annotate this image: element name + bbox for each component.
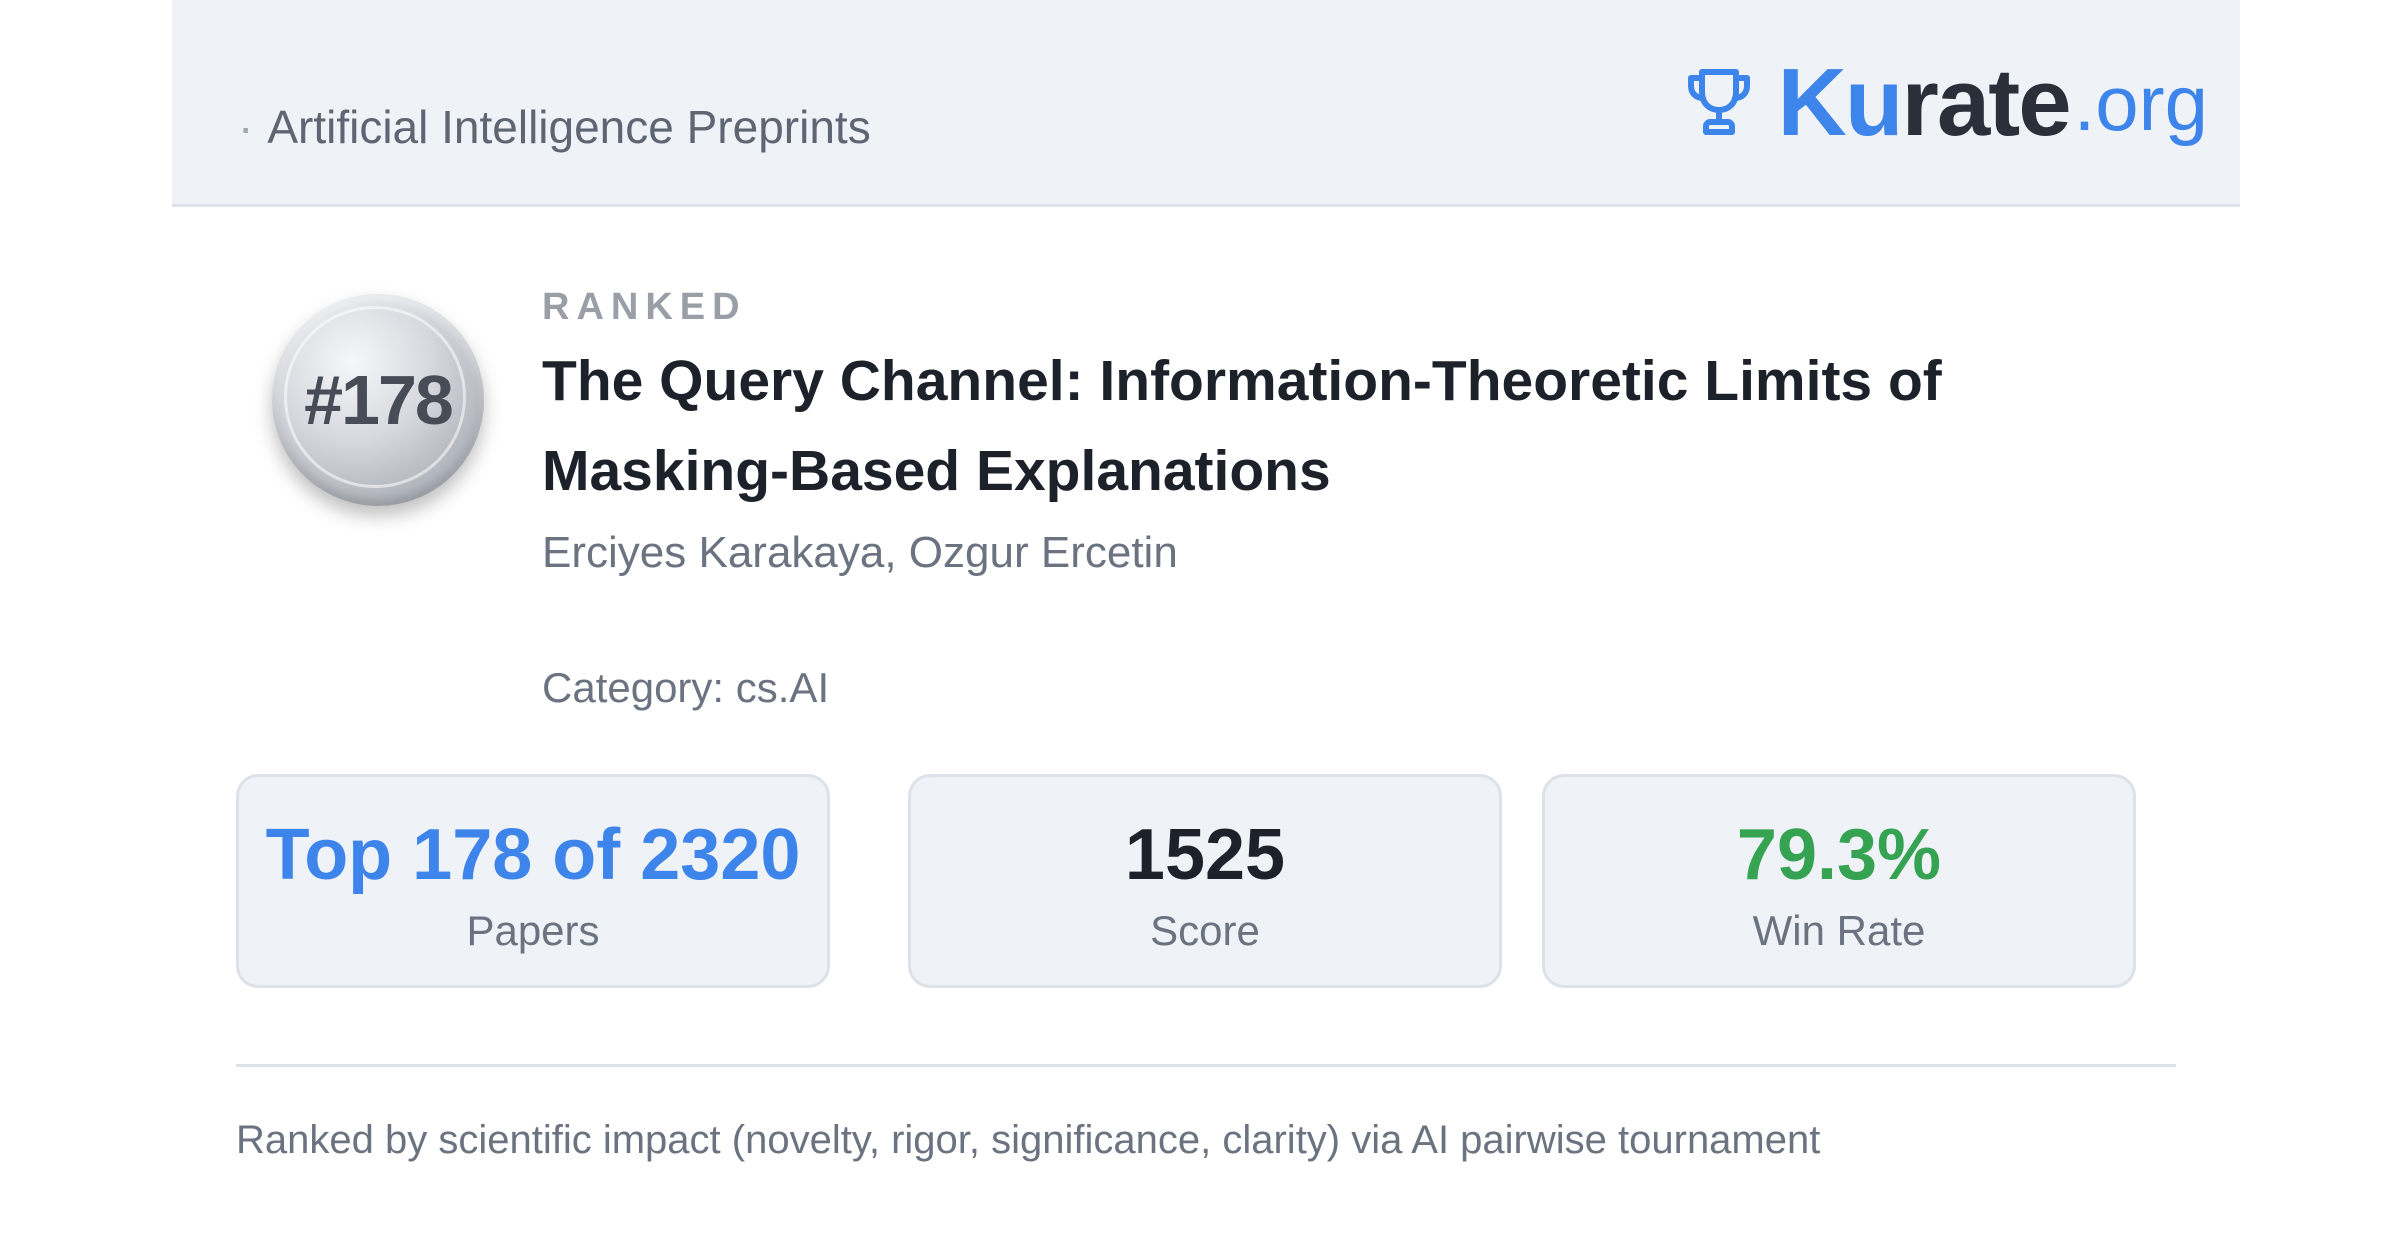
- breadcrumb[interactable]: · Artificial Intelligence Preprints: [238, 100, 871, 154]
- paper-authors: Erciyes Karakaya, Ozgur Ercetin: [542, 528, 1178, 577]
- breadcrumb-label: Artificial Intelligence Preprints: [267, 101, 871, 153]
- rank-badge-text: #178: [304, 361, 454, 439]
- header-bar: · Artificial Intelligence Preprints Ku rat…: [172, 0, 2240, 207]
- breadcrumb-separator: ·: [238, 101, 254, 153]
- paper-category: Category: cs.AI: [542, 664, 830, 711]
- brand-name-dark: rate: [1901, 49, 2071, 156]
- stat-card-win-rate: 79.3% Win Rate: [1542, 774, 2136, 988]
- stat-value: 1525: [1124, 815, 1286, 895]
- rank-medal: #178: [272, 294, 484, 506]
- trophy-icon: [1687, 69, 1750, 135]
- brand-logo[interactable]: Ku rate .org: [1686, 48, 2208, 158]
- brand-name-accent: Ku: [1777, 49, 1904, 156]
- ranked-label: RANKED: [542, 286, 747, 328]
- footer-note: Ranked by scientific impact (novelty, ri…: [236, 1118, 1821, 1162]
- paper-title[interactable]: The Query Channel: Information-Theoretic…: [542, 336, 2182, 516]
- stat-label: Win Rate: [1752, 907, 1926, 954]
- ranking-card: · Artificial Intelligence Preprints Ku rat…: [172, 0, 2240, 1260]
- brand-domain-suffix: .org: [2073, 58, 2208, 147]
- stat-label: Score: [1150, 907, 1260, 954]
- stat-value: 79.3%: [1736, 815, 1942, 895]
- stat-card-papers: Top 178 of 2320 Papers: [236, 774, 830, 988]
- divider: [236, 1064, 2176, 1067]
- stat-card-score: 1525 Score: [908, 774, 1502, 988]
- stat-label: Papers: [466, 907, 600, 954]
- stat-value: Top 178 of 2320: [265, 815, 801, 895]
